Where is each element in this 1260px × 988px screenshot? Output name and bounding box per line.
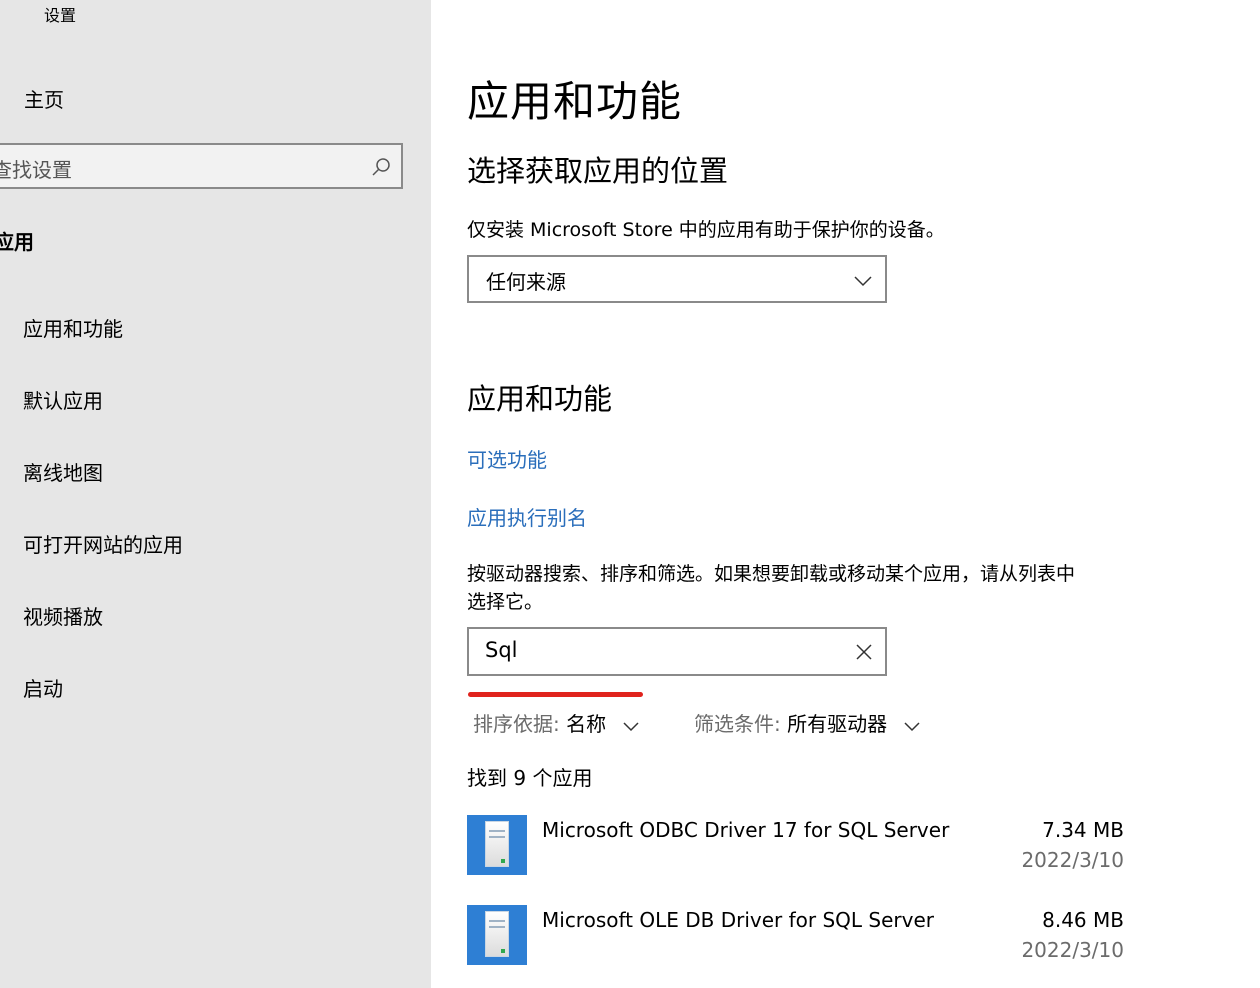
optional-features-link[interactable]: 可选功能	[467, 444, 547, 473]
search-icon[interactable]	[371, 157, 391, 177]
apps-features-heading: 应用和功能	[467, 382, 613, 416]
sidebar-item-default-apps[interactable]: 默认应用	[23, 385, 103, 414]
choose-location-description: 仅安装 Microsoft Store 中的应用有助于保护你的设备。	[467, 219, 945, 241]
choose-location-heading: 选择获取应用的位置	[467, 154, 729, 188]
server-tower-icon	[467, 905, 527, 965]
app-name: Microsoft OLE DB Driver for SQL Server	[542, 908, 935, 932]
filter-value: 所有驱动器	[787, 712, 888, 736]
settings-search-input[interactable]: 查找设置	[0, 143, 403, 189]
app-list-item[interactable]: Microsoft OLE DB Driver for SQL Server 8…	[467, 905, 1127, 967]
server-tower-icon	[467, 815, 527, 875]
instructions-line-1: 按驱动器搜索、排序和筛选。如果想要卸载或移动某个应用，请从列表中	[467, 563, 1076, 585]
app-search-value: Sql	[485, 638, 518, 662]
app-size: 8.46 MB	[1042, 908, 1124, 932]
sort-dropdown[interactable]: 排序依据: 名称	[473, 708, 640, 737]
app-list-item[interactable]: Microsoft ODBC Driver 17 for SQL Server …	[467, 815, 1127, 877]
app-name: Microsoft ODBC Driver 17 for SQL Server	[542, 818, 950, 842]
chevron-down-icon	[623, 721, 639, 731]
app-install-date: 2022/3/10	[1021, 938, 1124, 962]
sidebar-item-video-playback[interactable]: 视频播放	[23, 601, 103, 630]
page-title: 应用和功能	[467, 77, 683, 126]
sort-value: 名称	[566, 712, 607, 736]
sidebar-item-apps-for-websites[interactable]: 可打开网站的应用	[23, 529, 183, 558]
search-placeholder: 查找设置	[0, 158, 72, 182]
app-size: 7.34 MB	[1042, 818, 1124, 842]
app-execution-alias-link[interactable]: 应用执行别名	[467, 502, 587, 531]
clear-icon[interactable]	[855, 643, 873, 661]
sidebar-section-title: 应用	[0, 230, 34, 254]
sidebar: 设置 主页 查找设置 应用 应用和功能 默认应用 离线地图 可打开网站的应用 视…	[0, 0, 431, 988]
main-content: 应用和功能 选择获取应用的位置 仅安装 Microsoft Store 中的应用…	[467, 0, 1260, 988]
sort-label: 排序依据:	[473, 712, 560, 736]
app-install-date: 2022/3/10	[1021, 848, 1124, 872]
filter-label: 筛选条件:	[694, 712, 781, 736]
sidebar-item-startup[interactable]: 启动	[23, 673, 63, 702]
app-source-dropdown[interactable]: 任何来源	[467, 255, 887, 303]
filter-dropdown[interactable]: 筛选条件: 所有驱动器	[694, 708, 921, 737]
chevron-down-icon	[854, 276, 872, 287]
app-search-input[interactable]: Sql	[467, 627, 887, 676]
chevron-down-icon	[904, 721, 920, 731]
dropdown-value: 任何来源	[486, 270, 566, 294]
window-title: 设置	[44, 6, 77, 25]
instructions-line-2: 选择它。	[467, 591, 544, 613]
annotation-underline	[468, 692, 643, 697]
sidebar-home[interactable]: 主页	[24, 84, 64, 113]
sidebar-item-offline-maps[interactable]: 离线地图	[23, 457, 103, 486]
sidebar-item-apps-features[interactable]: 应用和功能	[23, 313, 123, 342]
apps-found-count: 找到 9 个应用	[467, 766, 593, 790]
